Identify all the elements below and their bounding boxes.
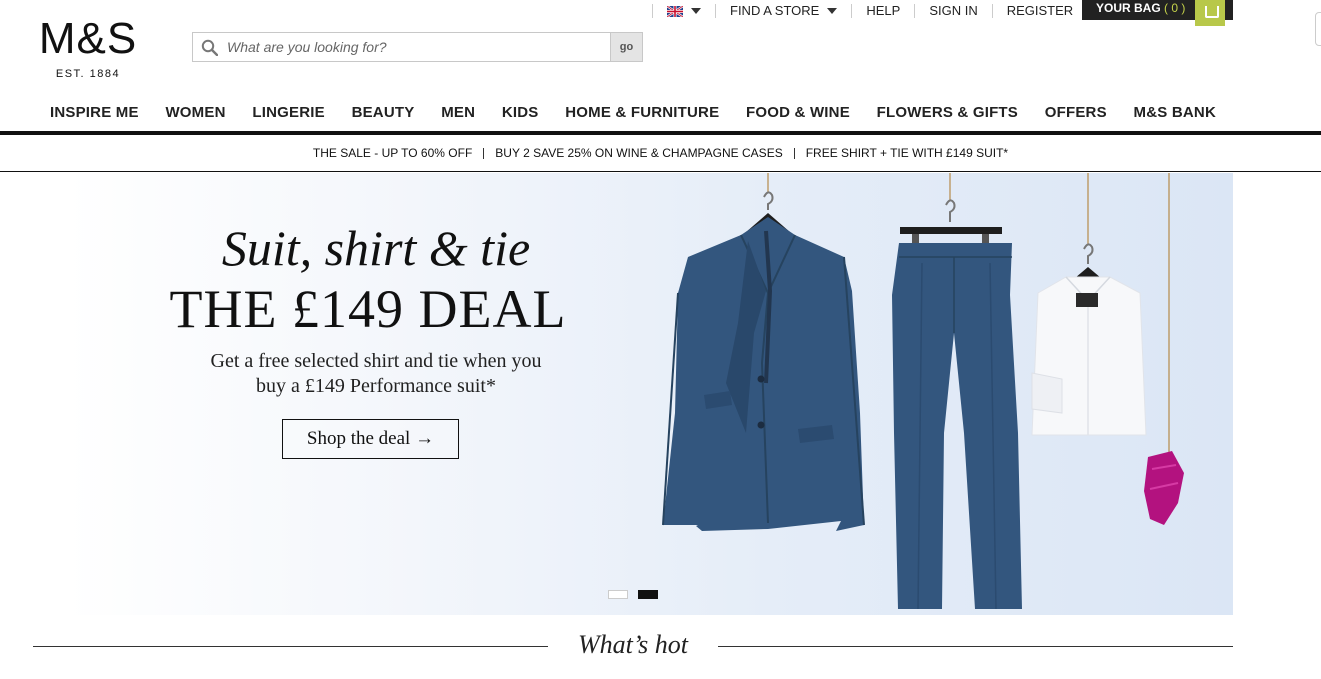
whats-hot-header: What’s hot [33,628,1233,668]
feedback-tab[interactable] [1315,12,1321,46]
hero-description-line: Get a free selected shirt and tie when y… [210,350,542,372]
chevron-down-icon [827,8,838,14]
carousel-pagination [608,590,658,599]
chevron-down-icon [691,8,701,14]
nav-ms-bank[interactable]: M&S BANK [1134,104,1216,121]
search-bar: go [192,32,643,62]
hero-title: THE £149 DEAL [169,279,567,339]
logo[interactable]: M&S EST. 1884 [32,14,144,80]
nav-kids[interactable]: KIDS [502,104,539,121]
search-icon [201,39,218,56]
search-go-button[interactable]: go [610,33,642,61]
promo-sale-link[interactable]: THE SALE - UP TO 60% OFF [302,146,483,160]
your-bag-button[interactable]: YOUR BAG ( 0 ) [1082,0,1233,26]
search-input[interactable] [227,33,607,61]
promo-strip: THE SALE - UP TO 60% OFF BUY 2 SAVE 25% … [0,135,1321,172]
divider [33,646,548,647]
divider [718,646,1233,647]
promo-wine-link[interactable]: BUY 2 SAVE 25% ON WINE & CHAMPAGNE CASES [484,146,793,160]
carousel-dot-2[interactable] [638,590,658,599]
hero-description: Get a free selected shirt and tie when y… [156,349,596,399]
nav-women[interactable]: WOMEN [165,104,225,121]
main-nav: INSPIRE ME WOMEN LINGERIE BEAUTY MEN KID… [33,104,1233,121]
nav-beauty[interactable]: BEAUTY [352,104,415,121]
shopping-bag-icon [1195,0,1225,26]
register-link[interactable]: REGISTER [991,4,1087,18]
carousel-dot-1[interactable] [608,590,628,599]
logo-wordmark: M&S [38,14,138,63]
nav-lingerie[interactable]: LINGERIE [252,104,324,121]
bag-count: ( 0 ) [1164,1,1186,15]
help-link[interactable]: HELP [851,4,914,18]
utility-nav: FIND A STORE HELP SIGN IN REGISTER [652,0,1087,22]
country-selector[interactable] [652,4,715,18]
logo-established: EST. 1884 [55,68,121,80]
bag-label: YOUR BAG [1096,1,1161,15]
sign-in-link[interactable]: SIGN IN [914,4,991,18]
find-a-store-label: FIND A STORE [730,3,820,18]
uk-flag-icon [667,5,683,17]
promo-suit-link[interactable]: FREE SHIRT + TIE WITH £149 SUIT* [795,146,1019,160]
nav-home-furniture[interactable]: HOME & FURNITURE [565,104,719,121]
hero-description-line: buy a £149 Performance suit* [256,375,496,397]
hero-tagline: Suit, shirt & tie [221,220,531,276]
hero-copy: Suit, shirt & tie THE £149 DEAL Get a fr… [156,219,596,399]
shop-the-deal-button[interactable]: Shop the deal → [282,419,459,459]
nav-men[interactable]: MEN [441,104,475,121]
hero-banner[interactable]: Suit, shirt & tie THE £149 DEAL Get a fr… [66,173,1233,615]
nav-inspire-me[interactable]: INSPIRE ME [50,104,139,121]
nav-food-wine[interactable]: FOOD & WINE [746,104,850,121]
find-a-store-link[interactable]: FIND A STORE [715,4,851,18]
nav-offers[interactable]: OFFERS [1045,104,1107,121]
section-title: What’s hot [577,630,689,659]
nav-flowers-gifts[interactable]: FLOWERS & GIFTS [877,104,1018,121]
